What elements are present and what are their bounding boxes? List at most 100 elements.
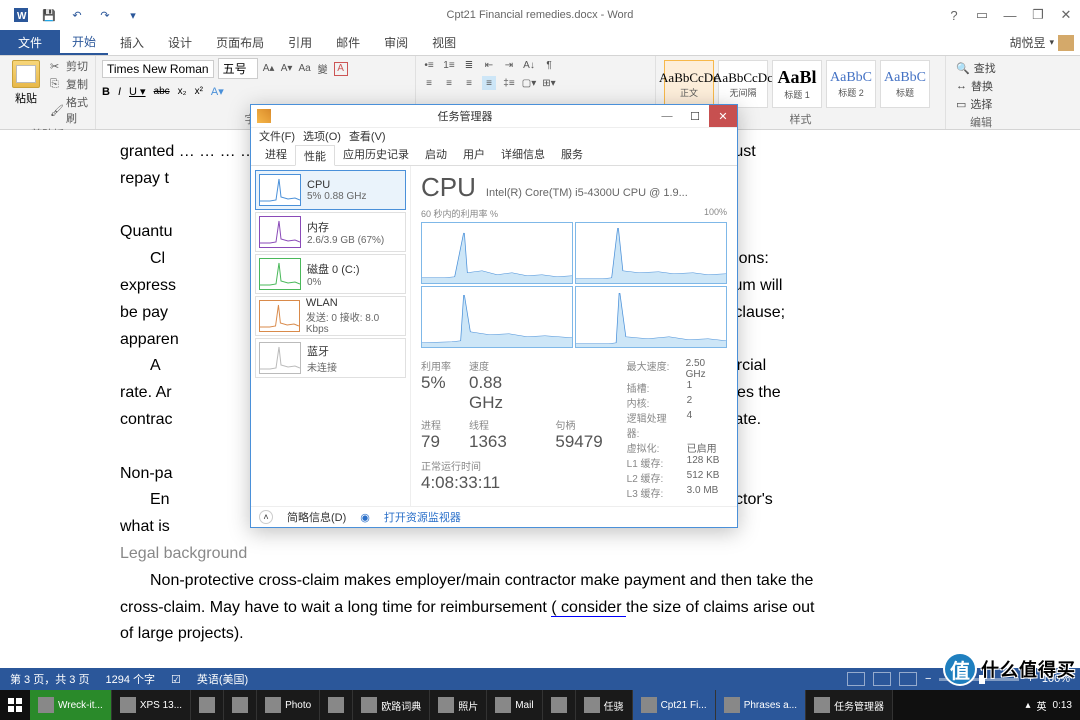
read-mode-icon[interactable] [873,672,891,686]
tm-sidebar-wlan[interactable]: WLAN发送: 0 接收: 8.0 Kbps [255,296,406,336]
decrease-indent-icon[interactable]: ⇤ [482,58,496,72]
tm-tab-details[interactable]: 详细信息 [493,144,553,165]
tm-tab-history[interactable]: 应用历史记录 [335,144,417,165]
format-painter-button[interactable]: 🖌格式刷 [50,94,89,126]
align-center-icon[interactable]: ≡ [442,76,456,90]
tm-sidebar-蓝牙[interactable]: 蓝牙未连接 [255,338,406,378]
shading-icon[interactable]: ▢▾ [522,76,536,90]
shrink-font-icon[interactable]: A▾ [280,62,294,76]
chevron-up-icon[interactable]: ˄ [259,510,273,524]
taskbar-item[interactable]: 任务管理器 [806,690,893,720]
start-button[interactable] [0,690,30,720]
tm-tab-performance[interactable]: 性能 [295,145,335,166]
taskbar-item[interactable] [224,690,257,720]
help-icon[interactable]: ? [940,3,968,27]
tm-fewer-details[interactable]: 简略信息(D) [287,509,346,525]
word-count[interactable]: 1294 个字 [105,671,155,687]
text-effects-button[interactable]: A▾ [211,85,224,98]
taskbar-item[interactable]: 任骁 [576,690,633,720]
align-right-icon[interactable]: ≡ [462,76,476,90]
tab-insert[interactable]: 插入 [108,30,156,55]
proofing-icon[interactable]: ☑ [171,673,181,686]
clear-format-icon[interactable]: A [334,62,348,76]
redo-icon[interactable]: ↷ [98,8,112,22]
tm-tab-services[interactable]: 服务 [553,144,591,165]
tab-design[interactable]: 设计 [156,30,204,55]
page-indicator[interactable]: 第 3 页，共 3 页 [10,671,89,687]
tm-open-resmon[interactable]: 打开资源监视器 [384,509,461,525]
tm-sidebar-内存[interactable]: 内存2.6/3.9 GB (67%) [255,212,406,252]
underline-button[interactable]: U ▾ [129,85,146,98]
tab-file[interactable]: 文件 [0,30,60,55]
tab-review[interactable]: 审阅 [372,30,420,55]
taskbar-item[interactable]: Cpt21 Fi... [633,690,716,720]
tm-sidebar-磁盘 0 (c:)[interactable]: 磁盘 0 (C:)0% [255,254,406,294]
tab-home[interactable]: 开始 [60,30,108,55]
increase-indent-icon[interactable]: ⇥ [502,58,516,72]
taskbar-item[interactable] [543,690,576,720]
borders-icon[interactable]: ⊞▾ [542,76,556,90]
tm-titlebar[interactable]: 任务管理器 — ☐ ✕ [251,105,737,128]
taskbar-item[interactable]: XPS 13... [112,690,191,720]
align-justify-icon[interactable]: ≡ [482,76,496,90]
style-title[interactable]: AaBbC标题 [880,60,930,108]
line-spacing-icon[interactable]: ‡≡ [502,76,516,90]
taskbar-item[interactable]: Phrases a... [716,690,806,720]
font-size-select[interactable]: 五号 [218,58,258,79]
paste-button[interactable]: 粘贴 [6,58,46,126]
phonetic-icon[interactable]: 變 [316,62,330,76]
superscript-button[interactable]: x² [195,86,203,97]
bullets-icon[interactable]: •≡ [422,58,436,72]
tm-minimize-icon[interactable]: — [653,105,681,127]
tm-tab-users[interactable]: 用户 [455,144,493,165]
find-button[interactable]: 🔍查找 [956,60,1006,76]
tm-cpu-graphs[interactable] [421,222,727,348]
tab-layout[interactable]: 页面布局 [204,30,276,55]
select-button[interactable]: ▭选择 [956,96,1006,112]
undo-icon[interactable]: ↶ [70,8,84,22]
tm-menu-view[interactable]: 查看(V) [347,128,388,144]
tab-references[interactable]: 引用 [276,30,324,55]
multilevel-icon[interactable]: ≣ [462,58,476,72]
font-family-select[interactable]: Times New Roman [102,60,214,78]
save-icon[interactable]: 💾 [42,8,56,22]
strikethrough-button[interactable]: abc [154,86,170,97]
close-icon[interactable]: ✕ [1052,3,1080,27]
cut-button[interactable]: ✂剪切 [50,58,89,74]
replace-button[interactable]: ↔替换 [956,78,1006,94]
subscript-button[interactable]: x₂ [178,86,187,97]
ribbon-toggle-icon[interactable]: ▭ [968,3,996,27]
taskbar-item[interactable]: Wreck-it... [30,690,112,720]
bold-button[interactable]: B [102,86,110,98]
web-layout-icon[interactable] [899,672,917,686]
sort-icon[interactable]: A↓ [522,58,536,72]
copy-button[interactable]: ⎘复制 [50,76,89,92]
clock[interactable]: 0:13 [1053,700,1072,711]
taskbar-item[interactable]: 照片 [430,690,487,720]
style-normal[interactable]: AaBbCcDc正文 [664,60,714,108]
style-heading2[interactable]: AaBbC标题 2 [826,60,876,108]
tm-maximize-icon[interactable]: ☐ [681,105,709,127]
tab-mailings[interactable]: 邮件 [324,30,372,55]
taskbar-item[interactable]: Photo [257,690,320,720]
taskbar-item[interactable] [320,690,353,720]
tm-menu-options[interactable]: 选项(O) [301,128,343,144]
system-tray[interactable]: ▴ 英 0:13 [1026,698,1080,713]
tm-tab-startup[interactable]: 启动 [417,144,455,165]
italic-button[interactable]: I [118,86,121,98]
language-indicator[interactable]: 英语(美国) [197,671,248,687]
maximize-icon[interactable]: ❐ [1024,3,1052,27]
qat-dropdown-icon[interactable]: ▾ [126,8,140,22]
tm-tab-processes[interactable]: 进程 [257,144,295,165]
tm-sidebar-cpu[interactable]: CPU5% 0.88 GHz [255,170,406,210]
change-case-icon[interactable]: Aa [298,62,312,76]
taskbar-item[interactable]: 欧路词典 [353,690,430,720]
tm-close-icon[interactable]: ✕ [709,105,737,127]
user-menu[interactable]: 胡悦昱 ▾ [1003,30,1080,55]
style-nospacing[interactable]: AaBbCcDc无间隔 [718,60,768,108]
tray-up-icon[interactable]: ▴ [1026,700,1031,711]
grow-font-icon[interactable]: A▴ [262,62,276,76]
taskbar-item[interactable]: Mail [487,690,542,720]
zoom-out-icon[interactable]: − [925,673,931,685]
style-heading1[interactable]: AaBl标题 1 [772,60,822,108]
